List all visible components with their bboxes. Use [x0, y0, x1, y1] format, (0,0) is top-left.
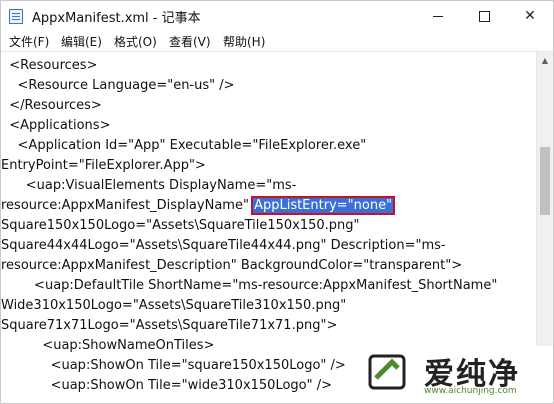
minimize-icon [433, 15, 443, 17]
text-line: <uap:VisualElements DisplayName="ms- [1, 178, 297, 193]
text-line: Square71x71Logo="Assets\SquareTile71x71.… [1, 318, 338, 333]
close-icon: ✕ [524, 8, 536, 24]
text-line: resource:AppxManifest_Description" Backg… [1, 258, 463, 273]
text-line-with-selection: resource:AppxManifest_DisplayName" AppLi… [1, 196, 396, 216]
brand-logo-icon [368, 354, 406, 390]
notepad-window: AppxManifest.xml - 记事本 ✕ 文件(F) 编辑(E) 格式(… [0, 0, 554, 404]
selected-text[interactable]: AppListEntry="none" [251, 196, 396, 215]
close-button[interactable]: ✕ [507, 1, 553, 31]
scroll-up-icon[interactable]: ▲ [537, 52, 553, 68]
minimize-button[interactable] [415, 1, 461, 31]
text-line: <Resources> [1, 58, 98, 73]
maximize-icon [478, 10, 490, 22]
text-line: <uap:ShowOn Tile="wide310x150Logo" /> [1, 378, 333, 393]
text-line: <Resource Language="en-us" /> [1, 78, 235, 93]
text-segment: resource:AppxManifest_DisplayName" [1, 198, 254, 213]
text-line: <Application Id="App" Executable="FileEx… [1, 138, 367, 153]
text-line: <uap:DefaultTile ShortName="ms-resource:… [1, 278, 498, 293]
text-line: Wide310x150Logo="Assets\SquareTile310x15… [1, 298, 347, 313]
menu-help[interactable]: 帮助(H) [223, 33, 265, 50]
window-title: AppxManifest.xml - 记事本 [32, 11, 201, 26]
menu-edit[interactable]: 编辑(E) [61, 33, 102, 50]
scroll-thumb[interactable] [540, 147, 550, 215]
brand-url: www.aichunjing.com [424, 386, 517, 396]
notepad-icon [9, 9, 23, 24]
title-bar[interactable]: AppxManifest.xml - 记事本 ✕ [1, 1, 553, 31]
menu-view[interactable]: 查看(V) [169, 33, 211, 50]
text-line: <uap:ShowOn Tile="square150x150Logo" /> [1, 358, 346, 373]
text-line: <Applications> [1, 118, 111, 133]
menu-bar: 文件(F) 编辑(E) 格式(O) 查看(V) 帮助(H) [1, 31, 553, 52]
menu-format[interactable]: 格式(O) [114, 33, 157, 50]
text-line: <uap:ShowNameOnTiles> [1, 338, 215, 353]
maximize-button[interactable] [461, 1, 507, 31]
menu-file[interactable]: 文件(F) [9, 33, 49, 50]
watermark: 爱纯净 www.aichunjing.com [358, 346, 553, 403]
text-line: Square44x44Logo="Assets\SquareTile44x44.… [1, 238, 446, 253]
text-line: EntryPoint="FileExplorer.App"> [1, 158, 206, 173]
text-line: </Resources> [1, 98, 102, 113]
text-line: Square150x150Logo="Assets\SquareTile150x… [1, 218, 360, 233]
